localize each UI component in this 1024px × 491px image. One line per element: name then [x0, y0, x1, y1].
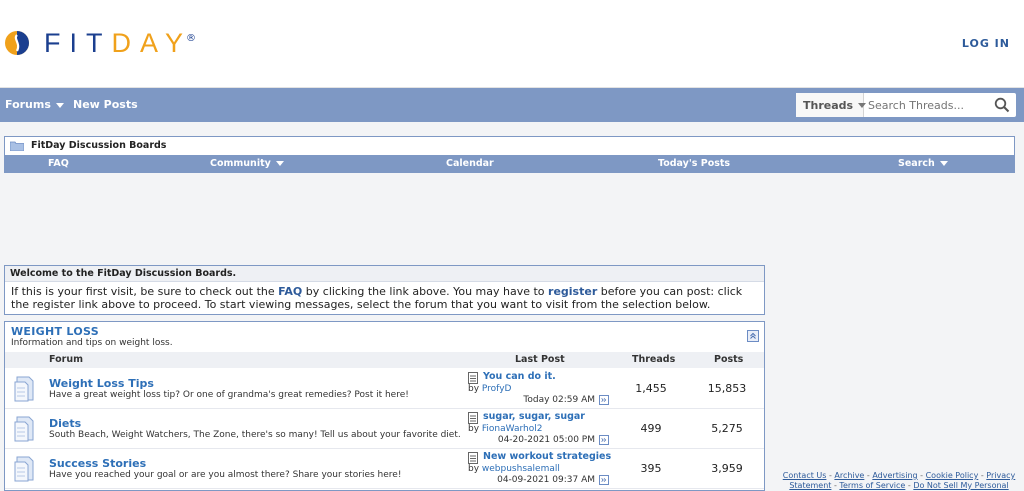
chevron-down-icon — [275, 161, 284, 166]
nav-new-posts[interactable]: New Posts — [73, 98, 138, 111]
last-post-title-link[interactable]: You can do it. — [483, 371, 556, 382]
go-to-last-post-icon[interactable] — [599, 395, 609, 405]
last-post-author: by FionaWarhol2 — [468, 424, 542, 434]
forum-description: Have you reached your goal or are you al… — [49, 470, 402, 480]
go-to-last-post-icon[interactable] — [599, 435, 609, 445]
search-icon[interactable] — [994, 97, 1010, 113]
forum-row: Weight Loss Tips Have a great weight los… — [5, 369, 764, 409]
column-posts: Posts — [714, 354, 744, 365]
footer-links: Contact Us - Archive - Advertising - Coo… — [776, 471, 1022, 491]
category-title[interactable]: WEIGHT LOSS — [11, 325, 99, 338]
footer-terms-link[interactable]: Terms of Service — [839, 481, 905, 490]
by-label: by — [468, 424, 482, 434]
by-label: by — [468, 384, 482, 394]
board-link-calendar[interactable]: Calendar — [446, 158, 494, 169]
forum-status-icon — [14, 416, 34, 442]
last-post-author: by ProfyD — [468, 384, 511, 394]
nav-forums-label: Forums — [5, 98, 51, 111]
last-post-user-link[interactable]: webpushsalemall — [482, 464, 560, 474]
forum-row: Diets South Beach, Weight Watchers, The … — [5, 409, 764, 449]
board-link-todays-posts[interactable]: Today's Posts — [658, 158, 730, 169]
last-post-user-link[interactable]: FionaWarhol2 — [482, 424, 543, 434]
forum-column-headers: Forum Last Post Threads Posts — [5, 352, 764, 368]
register-link[interactable]: register — [548, 285, 597, 298]
board-navigation: FitDay Discussion Boards FAQ Community C… — [4, 136, 1015, 173]
thread-count: 499 — [640, 422, 662, 435]
footer-contact-link[interactable]: Contact Us — [783, 471, 827, 480]
column-forum: Forum — [49, 354, 83, 365]
thread-count: 1,455 — [635, 382, 667, 395]
logo-fit: FIT — [44, 27, 112, 58]
welcome-text-1: If this is your first visit, be sure to … — [11, 285, 279, 298]
chevron-down-icon — [858, 102, 867, 108]
footer-dnsmpi-link[interactable]: Do Not Sell My Personal — [913, 481, 1008, 490]
document-icon — [468, 412, 478, 424]
welcome-text-2: by clicking the link above. You may have… — [302, 285, 549, 298]
last-post-title-link[interactable]: New workout strategies — [483, 451, 611, 462]
by-label: by — [468, 464, 482, 474]
board-link-community-label: Community — [210, 158, 271, 169]
forum-row: Success Stories Have you reached your go… — [5, 449, 764, 489]
document-icon — [468, 452, 478, 464]
welcome-title: Welcome to the FitDay Discussion Boards. — [5, 266, 764, 282]
logo-day: DAY — [111, 27, 193, 58]
chevron-down-icon — [939, 161, 948, 166]
column-last-post: Last Post — [515, 354, 565, 365]
login-link[interactable]: LOG IN — [962, 37, 1010, 50]
last-post-title-link[interactable]: sugar, sugar, sugar — [483, 411, 585, 422]
footer-advertising-link[interactable]: Advertising — [872, 471, 917, 480]
board-link-faq[interactable]: FAQ — [48, 158, 69, 169]
logo-registered: ® — [186, 32, 197, 44]
forum-description: Have a great weight loss tip? Or one of … — [49, 390, 409, 400]
breadcrumb: FitDay Discussion Boards — [5, 137, 1014, 154]
last-post-user-link[interactable]: ProfyD — [482, 384, 512, 394]
search-type-select[interactable]: Threads — [796, 93, 867, 117]
search-type-label: Threads — [803, 98, 854, 112]
folder-icon — [10, 141, 24, 151]
forum-description: South Beach, Weight Watchers, The Zone, … — [49, 430, 461, 440]
forum-title-link[interactable]: Success Stories — [49, 457, 146, 470]
chevron-down-icon — [55, 102, 64, 108]
last-post-date: 04-09-2021 09:37 AM — [497, 475, 595, 485]
forum-status-icon — [14, 376, 34, 402]
forum-title-link[interactable]: Diets — [49, 417, 81, 430]
document-icon — [468, 372, 478, 384]
board-link-search-label: Search — [898, 158, 935, 169]
thread-count: 395 — [640, 462, 662, 475]
main-navbar: Forums New Posts Threads — [0, 88, 1024, 122]
footer-separator: - — [917, 471, 926, 480]
collapse-icon[interactable] — [747, 330, 759, 342]
post-count: 5,275 — [711, 422, 743, 435]
forum-status-icon — [14, 456, 34, 482]
faq-link[interactable]: FAQ — [278, 285, 302, 298]
search-input[interactable] — [868, 94, 990, 116]
welcome-text: If this is your first visit, be sure to … — [5, 282, 764, 314]
logo-wordmark: FIT DAY — [44, 28, 192, 59]
last-post-date: Today 02:59 AM — [523, 395, 595, 405]
site-header: FIT DAY ® LOG IN — [0, 0, 1024, 88]
welcome-notice: Welcome to the FitDay Discussion Boards.… — [4, 265, 765, 315]
fitday-logo[interactable]: FIT DAY ® — [4, 28, 196, 58]
forum-title-link[interactable]: Weight Loss Tips — [49, 377, 154, 390]
footer-archive-link[interactable]: Archive — [834, 471, 864, 480]
forum-category: WEIGHT LOSS Information and tips on weig… — [4, 321, 765, 491]
post-count: 15,853 — [707, 382, 747, 395]
footer-cookie-link[interactable]: Cookie Policy — [926, 471, 979, 480]
category-description: Information and tips on weight loss. — [11, 338, 173, 348]
last-post-author: by webpushsalemall — [468, 464, 560, 474]
post-count: 3,959 — [711, 462, 743, 475]
last-post-date: 04-20-2021 05:00 PM — [497, 435, 595, 445]
search-bar: Threads — [796, 93, 1016, 117]
go-to-last-post-icon[interactable] — [599, 475, 609, 485]
fitday-logo-icon — [5, 31, 29, 55]
column-threads: Threads — [632, 354, 676, 365]
board-link-community[interactable]: Community — [210, 158, 284, 169]
board-title[interactable]: FitDay Discussion Boards — [31, 140, 166, 151]
nav-forums-menu[interactable]: Forums — [5, 98, 64, 111]
board-links-bar: FAQ Community Calendar Today's Posts Sea… — [5, 155, 1014, 172]
board-link-search[interactable]: Search — [898, 158, 948, 169]
